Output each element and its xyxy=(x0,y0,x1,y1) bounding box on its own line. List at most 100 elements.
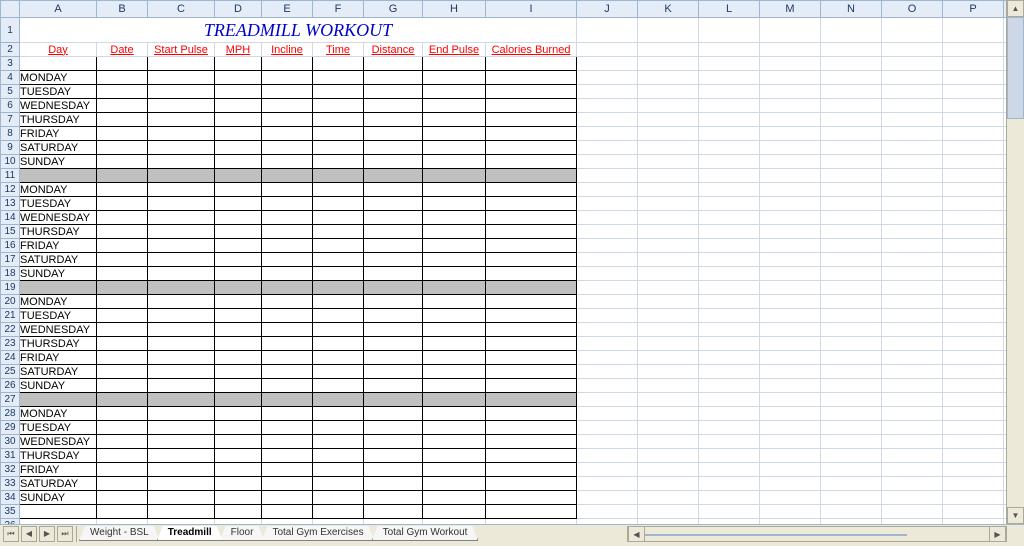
cell[interactable] xyxy=(486,309,577,323)
cell[interactable] xyxy=(486,141,577,155)
cell[interactable] xyxy=(262,253,313,267)
row-header[interactable]: 14 xyxy=(1,211,20,225)
row-header[interactable]: 35 xyxy=(1,505,20,519)
cell[interactable] xyxy=(943,351,1004,365)
cell[interactable] xyxy=(215,127,262,141)
cell[interactable] xyxy=(821,393,882,407)
cell[interactable] xyxy=(638,309,699,323)
cell[interactable] xyxy=(215,85,262,99)
cell[interactable] xyxy=(760,127,821,141)
cell[interactable] xyxy=(882,43,943,57)
cell[interactable] xyxy=(760,99,821,113)
cell[interactable] xyxy=(943,337,1004,351)
cell[interactable] xyxy=(760,225,821,239)
worksheet-grid[interactable]: ABCDEFGHIJKLMNOPQ1TREADMILL WORKOUT2DayD… xyxy=(0,0,1007,524)
cell[interactable] xyxy=(486,477,577,491)
cell[interactable] xyxy=(313,449,364,463)
cell[interactable] xyxy=(215,155,262,169)
cell[interactable] xyxy=(821,449,882,463)
cell[interactable] xyxy=(313,323,364,337)
cell[interactable] xyxy=(882,365,943,379)
cell[interactable] xyxy=(97,113,148,127)
cell[interactable] xyxy=(943,505,1004,519)
column-label[interactable]: Date xyxy=(97,43,148,57)
row-header[interactable]: 29 xyxy=(1,421,20,435)
cell[interactable] xyxy=(423,449,486,463)
cell[interactable] xyxy=(423,253,486,267)
cell[interactable] xyxy=(638,183,699,197)
cell[interactable] xyxy=(423,85,486,99)
cell[interactable] xyxy=(577,169,638,183)
cell[interactable] xyxy=(577,71,638,85)
cell[interactable] xyxy=(821,225,882,239)
cell[interactable] xyxy=(423,183,486,197)
cell[interactable] xyxy=(313,99,364,113)
cell[interactable] xyxy=(262,379,313,393)
day-cell[interactable]: WEDNESDAY xyxy=(20,99,97,113)
cell[interactable] xyxy=(215,365,262,379)
cell[interactable] xyxy=(943,295,1004,309)
cell[interactable] xyxy=(760,239,821,253)
cell[interactable] xyxy=(760,169,821,183)
cell[interactable] xyxy=(486,435,577,449)
horizontal-scrollbar[interactable]: ◀ ▶ xyxy=(627,526,1007,542)
row-header[interactable]: 9 xyxy=(1,141,20,155)
cell[interactable] xyxy=(215,141,262,155)
cell[interactable] xyxy=(760,253,821,267)
cell[interactable] xyxy=(364,239,423,253)
cell[interactable] xyxy=(882,449,943,463)
cell[interactable] xyxy=(148,155,215,169)
cell[interactable] xyxy=(262,99,313,113)
cell[interactable] xyxy=(364,71,423,85)
cell[interactable] xyxy=(215,491,262,505)
cell[interactable] xyxy=(943,99,1004,113)
cell[interactable] xyxy=(699,449,760,463)
cell[interactable] xyxy=(699,379,760,393)
cell[interactable] xyxy=(313,491,364,505)
cell[interactable] xyxy=(313,463,364,477)
cell[interactable] xyxy=(638,18,699,43)
cell[interactable] xyxy=(148,309,215,323)
cell[interactable] xyxy=(577,491,638,505)
day-cell[interactable]: MONDAY xyxy=(20,71,97,85)
cell[interactable] xyxy=(882,393,943,407)
cell[interactable] xyxy=(943,211,1004,225)
cell[interactable] xyxy=(262,197,313,211)
day-cell[interactable]: SUNDAY xyxy=(20,379,97,393)
cell[interactable] xyxy=(423,239,486,253)
cell[interactable] xyxy=(638,239,699,253)
cell[interactable] xyxy=(699,71,760,85)
cell[interactable] xyxy=(262,141,313,155)
cell[interactable] xyxy=(364,99,423,113)
cell[interactable] xyxy=(821,155,882,169)
cell[interactable] xyxy=(486,71,577,85)
cell[interactable] xyxy=(638,169,699,183)
row-header[interactable]: 24 xyxy=(1,351,20,365)
vertical-scrollbar[interactable]: ▲ ▼ xyxy=(1006,0,1024,524)
cell[interactable] xyxy=(423,365,486,379)
column-header[interactable]: M xyxy=(760,1,821,18)
cell[interactable] xyxy=(821,379,882,393)
cell[interactable] xyxy=(486,113,577,127)
cell[interactable] xyxy=(486,463,577,477)
cell[interactable] xyxy=(262,239,313,253)
cell[interactable] xyxy=(97,71,148,85)
cell[interactable] xyxy=(821,85,882,99)
cell[interactable] xyxy=(215,197,262,211)
column-header[interactable]: N xyxy=(821,1,882,18)
cell[interactable] xyxy=(97,463,148,477)
cell[interactable] xyxy=(313,71,364,85)
cell[interactable] xyxy=(760,85,821,99)
cell[interactable] xyxy=(699,43,760,57)
row-header[interactable]: 8 xyxy=(1,127,20,141)
cell[interactable] xyxy=(577,421,638,435)
cell[interactable] xyxy=(313,197,364,211)
cell[interactable] xyxy=(215,505,262,519)
cell[interactable] xyxy=(821,295,882,309)
cell[interactable] xyxy=(262,351,313,365)
cell[interactable] xyxy=(97,491,148,505)
cell[interactable] xyxy=(423,99,486,113)
cell[interactable] xyxy=(262,491,313,505)
cell[interactable] xyxy=(97,267,148,281)
cell[interactable] xyxy=(215,351,262,365)
